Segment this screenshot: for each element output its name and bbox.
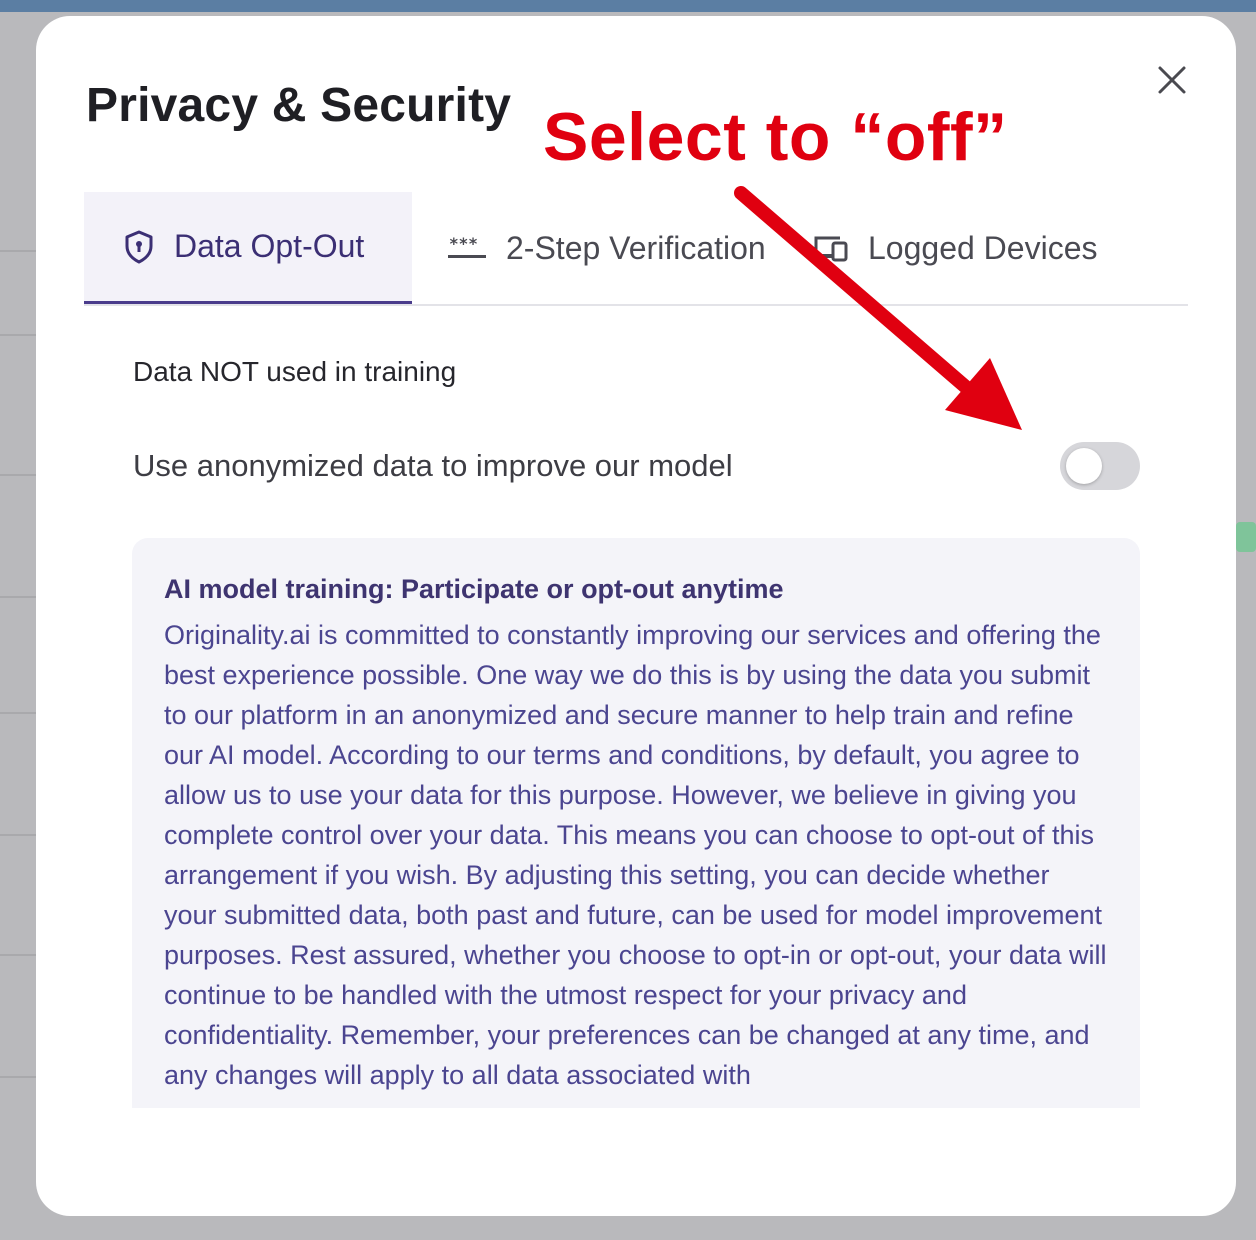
info-body: Originality.ai is committed to constantl…	[164, 620, 1107, 1090]
section-label: Data NOT used in training	[133, 356, 457, 387]
devices-icon	[812, 236, 848, 262]
toggle-knob	[1066, 448, 1102, 484]
anonymized-data-toggle[interactable]	[1060, 442, 1140, 490]
tab-data-opt-out[interactable]: Data Opt-Out	[84, 192, 412, 304]
modal-title: Privacy & Security	[86, 79, 512, 132]
password-icon: ***	[448, 235, 486, 258]
tab-label: Logged Devices	[868, 229, 1098, 266]
tab-logged-devices[interactable]: Logged Devices	[812, 192, 1097, 304]
background-status-indicator	[1236, 522, 1256, 552]
browser-top-bar	[0, 0, 1256, 12]
close-icon	[1158, 66, 1186, 94]
tab-2-step-verification[interactable]: *** 2-Step Verification	[412, 192, 812, 304]
tab-label: Data Opt-Out	[174, 228, 365, 264]
info-box: AI model training: Participate or opt-ou…	[132, 538, 1140, 1108]
svg-text:***: ***	[449, 235, 478, 253]
info-title: AI model training: Participate or opt-ou…	[164, 574, 784, 604]
annotation-text: Select to “off”	[543, 99, 1008, 175]
tab-bar: Data Opt-Out *** 2-Step Verification Log…	[84, 192, 1188, 306]
close-button[interactable]	[1154, 62, 1190, 98]
setting-label: Use anonymized data to improve our model	[133, 448, 733, 483]
shield-icon	[125, 230, 153, 263]
privacy-security-modal: Privacy & Security Data Opt-Out *** 2-St…	[36, 16, 1236, 1216]
tab-label: 2-Step Verification	[506, 229, 766, 266]
